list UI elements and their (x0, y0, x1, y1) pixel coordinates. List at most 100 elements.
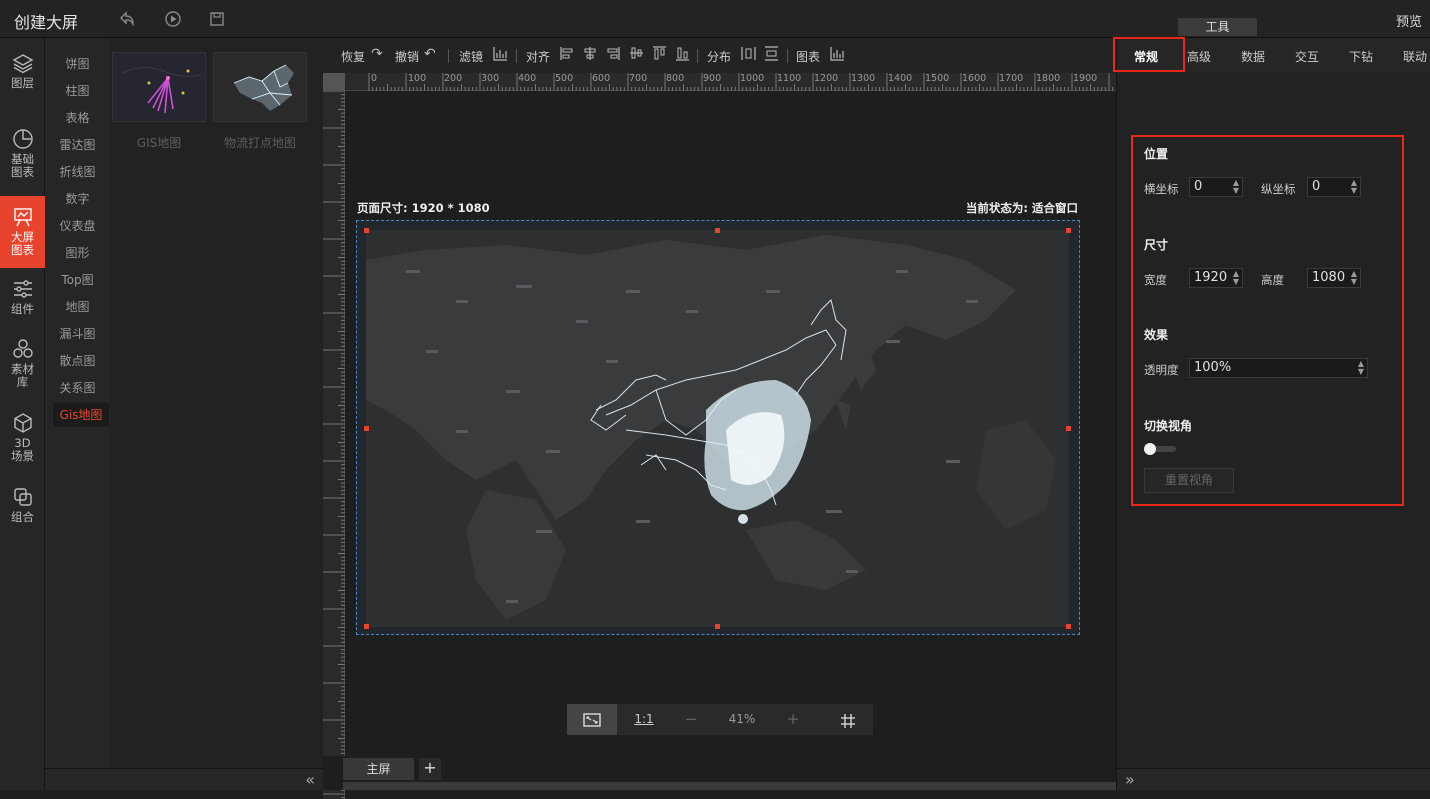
nav-item-layers[interactable]: 图层 (0, 52, 45, 100)
collapse-left-icon[interactable]: « (305, 770, 315, 789)
align-center-icon[interactable] (583, 46, 597, 65)
tab-linkage[interactable]: 联动 (1403, 48, 1427, 65)
stepper-icon[interactable]: ▲ ▼ (1233, 179, 1239, 195)
zoom-out-button[interactable]: − (671, 704, 711, 735)
filter-chart-icon[interactable] (493, 46, 508, 65)
tab-interaction[interactable]: 交互 (1295, 48, 1319, 65)
distribute-button[interactable]: 分布 (707, 48, 731, 65)
category-item[interactable]: 雷达图 (45, 133, 110, 157)
category-item[interactable]: 折线图 (45, 160, 110, 184)
category-item[interactable]: 柱图 (45, 79, 110, 103)
chart-button[interactable]: 图表 (796, 48, 820, 65)
gis-map-widget[interactable] (366, 230, 1069, 627)
resize-handle[interactable] (364, 426, 369, 431)
filter-button[interactable]: 滤镜 (459, 48, 483, 65)
nav-item-big-screen-charts[interactable]: 大屏图表 (0, 196, 45, 268)
add-screen-button[interactable]: + (419, 758, 441, 780)
resize-handle[interactable] (715, 624, 720, 629)
resize-handle[interactable] (715, 228, 720, 233)
collapse-right-icon[interactable]: » (1125, 770, 1135, 789)
tools-tab[interactable]: 工具 (1178, 18, 1257, 36)
category-item[interactable]: 仪表盘 (45, 214, 110, 238)
preview-button[interactable]: 预览 (1396, 11, 1422, 30)
ruler-tick-label: 1700 (999, 73, 1024, 84)
nav-label: 组合 (11, 510, 34, 524)
canvas-page[interactable] (356, 220, 1080, 635)
nav-item-basic-charts[interactable]: 基础图表 (0, 128, 45, 186)
category-item[interactable]: 数字 (45, 187, 110, 211)
category-item[interactable]: 散点图 (45, 349, 110, 373)
fit-screen-icon (583, 712, 601, 727)
tab-advanced[interactable]: 高级 (1187, 48, 1211, 65)
stepper-icon[interactable]: ▲ ▼ (1351, 270, 1357, 286)
align-bottom-icon[interactable] (675, 46, 690, 65)
undo-button[interactable]: 撤销 (395, 48, 419, 65)
undo-icon[interactable]: ↶ (424, 46, 436, 62)
ruler-tick-label: 1000 (740, 73, 765, 84)
ruler-tick-label: 600 (592, 73, 611, 84)
thumbnail-gis-map[interactable] (112, 52, 206, 122)
ruler-tick-label: 900 (703, 73, 722, 84)
save-icon[interactable] (208, 10, 226, 28)
editor-toolbar: 恢复 ↷ 撤销 ↶ 滤镜 对齐 分布 图表 (323, 38, 1116, 73)
category-item[interactable]: 饼图 (45, 52, 110, 76)
align-left-icon[interactable] (560, 46, 574, 65)
category-item[interactable]: 漏斗图 (45, 322, 110, 346)
canvas-status-label: 当前状态为: 适合窗口 (965, 201, 1078, 215)
category-item[interactable]: 表格 (45, 106, 110, 130)
thumbnail-logistics-map[interactable] (213, 52, 307, 122)
nav-item-3d-scene[interactable]: 3D场景 (0, 412, 45, 470)
undo-icon[interactable] (118, 10, 136, 28)
resize-handle[interactable] (1066, 228, 1071, 233)
category-item[interactable]: Top图 (45, 268, 110, 292)
width-input[interactable]: 1920 ▲ ▼ (1189, 268, 1243, 288)
zoom-in-button[interactable]: + (773, 704, 813, 735)
stepper-icon[interactable]: ▲ ▼ (1351, 179, 1357, 195)
horizontal-scrollbar[interactable] (343, 782, 1116, 790)
ruler-tick-label: 700 (629, 73, 648, 84)
tab-data[interactable]: 数据 (1241, 48, 1265, 65)
chart-icon[interactable] (830, 46, 845, 65)
tab-drilldown[interactable]: 下钻 (1349, 48, 1373, 65)
nav-item-material-library[interactable]: 素材库 (0, 338, 45, 396)
align-middle-icon[interactable] (629, 46, 644, 65)
resize-handle[interactable] (364, 624, 369, 629)
category-item[interactable]: 图形 (45, 241, 110, 265)
divider (697, 49, 698, 63)
play-icon[interactable] (164, 10, 182, 28)
stepper-icon[interactable]: ▲ ▼ (1233, 270, 1239, 286)
ruler-tick-label: 500 (555, 73, 574, 84)
category-item[interactable]: 地图 (45, 295, 110, 319)
fit-screen-button[interactable] (567, 704, 617, 735)
x-coordinate-label: 横坐标 (1144, 182, 1179, 196)
screen-tab-bar: 主屏 + (323, 756, 1116, 790)
nav-item-components[interactable]: 组件 (0, 278, 45, 324)
distribute-vertical-icon[interactable] (764, 46, 779, 65)
category-item[interactable]: 关系图 (45, 376, 110, 400)
redo-icon[interactable]: ↷ (371, 46, 383, 62)
opacity-input[interactable]: 100% ▲ ▼ (1189, 358, 1368, 378)
ruler-tick-label: 800 (666, 73, 685, 84)
align-button[interactable]: 对齐 (526, 48, 550, 65)
x-coordinate-input[interactable]: 0 ▲ ▼ (1189, 177, 1243, 197)
resize-handle[interactable] (1066, 624, 1071, 629)
top-bar: 创建大屏 工具 预览 (0, 0, 1430, 38)
align-right-icon[interactable] (606, 46, 620, 65)
effect-section-title: 效果 (1144, 328, 1169, 342)
resize-handle[interactable] (364, 228, 369, 233)
y-coordinate-input[interactable]: 0 ▲ ▼ (1307, 177, 1361, 197)
resize-handle[interactable] (1066, 426, 1071, 431)
redo-button[interactable]: 恢复 (341, 48, 365, 65)
align-top-icon[interactable] (652, 46, 667, 65)
nav-item-combine[interactable]: 组合 (0, 486, 45, 530)
height-input[interactable]: 1080 ▲ ▼ (1307, 268, 1361, 288)
reset-view-button[interactable]: 重置视角 (1144, 468, 1234, 493)
stepper-icon[interactable]: ▲ ▼ (1358, 360, 1364, 376)
screen-tab-main[interactable]: 主屏 (343, 758, 414, 780)
view-switch-toggle[interactable] (1144, 443, 1176, 455)
one-to-one-button[interactable]: 1:1 (619, 704, 669, 735)
grid-button[interactable] (823, 704, 873, 735)
distribute-horizontal-icon[interactable] (741, 46, 756, 65)
combine-icon (13, 488, 32, 506)
category-item-gis-map[interactable]: Gis地图 (53, 403, 109, 427)
